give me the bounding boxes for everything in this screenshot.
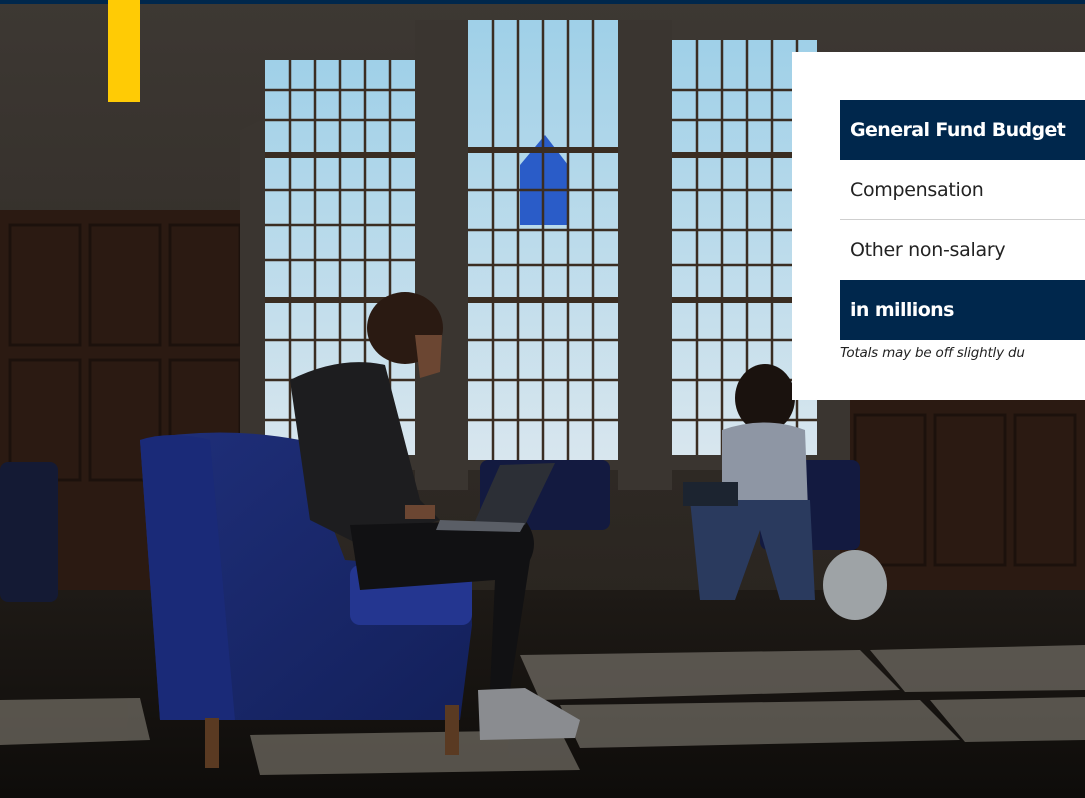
budget-footnote: Totals may be off slightly du (840, 345, 1025, 361)
budget-table: General Fund Budget Compensation Other n… (840, 100, 1085, 340)
budget-card: General Fund Budget Compensation Other n… (792, 52, 1085, 400)
top-navy-strip (0, 0, 1085, 4)
budget-row-other-non-salary: Other non-salary (850, 239, 1006, 261)
maize-accent-bar (108, 0, 140, 102)
budget-row-compensation: Compensation (840, 160, 1085, 220)
budget-units-row: in millions (840, 280, 1085, 340)
budget-table-header: General Fund Budget (840, 100, 1085, 160)
